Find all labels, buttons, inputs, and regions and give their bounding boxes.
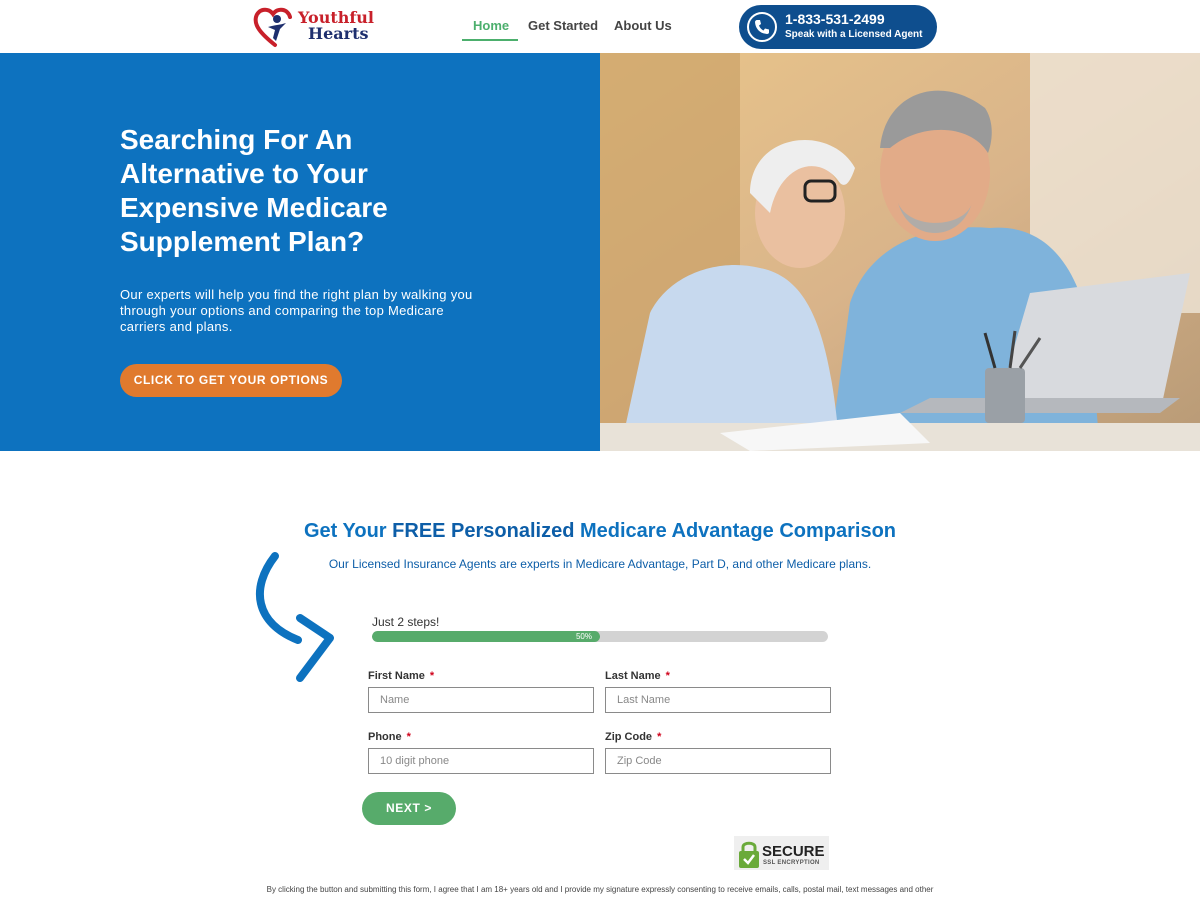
logo-line-2: Hearts <box>308 24 369 43</box>
nav-active-indicator <box>462 39 518 41</box>
progress-percent: 50% <box>575 632 592 641</box>
last-name-label-text: Last Name <box>605 670 661 682</box>
phone-subtitle: Speak with a Licensed Agent <box>785 29 923 40</box>
phone-label: Phone * <box>368 731 411 743</box>
phone-icon <box>747 12 777 42</box>
nav-home[interactable]: Home <box>473 18 509 33</box>
zip-code-input[interactable] <box>605 748 831 774</box>
curved-arrow-icon <box>255 552 334 682</box>
phone-input[interactable] <box>368 748 594 774</box>
comparison-title-bold: FREE Personalized <box>392 520 575 542</box>
heart-logo-icon <box>253 7 292 47</box>
zip-code-label-text: Zip Code <box>605 731 653 743</box>
padlock-check-icon <box>739 841 759 868</box>
ssl-secure-badge: SECURE SSL ENCRYPTION <box>734 836 829 870</box>
last-name-label: Last Name * <box>605 670 670 682</box>
call-agent-button[interactable]: 1-833-531-2499 Speak with a Licensed Age… <box>739 5 937 49</box>
required-mark: * <box>665 670 670 682</box>
hero-title: Searching For An Alternative to Your Exp… <box>120 124 388 257</box>
required-mark: * <box>429 670 435 682</box>
hero-text: Our experts will help you find the right… <box>120 287 473 334</box>
comparison-title-post: Medicare Advantage Comparison <box>580 520 897 542</box>
first-name-label: First Name * <box>368 670 434 682</box>
nav-get-started[interactable]: Get Started <box>528 18 598 33</box>
nav-about-us[interactable]: About Us <box>614 18 672 33</box>
secure-word: SECURE <box>762 843 825 860</box>
first-name-input[interactable] <box>368 687 594 713</box>
logo-text: Youthful Hearts <box>298 10 374 42</box>
get-options-button[interactable]: CLICK TO GET YOUR OPTIONS <box>120 364 342 397</box>
required-mark: * <box>406 731 411 743</box>
zip-code-label: Zip Code * <box>605 731 661 743</box>
site-header: Youthful Hearts Home Get Started About U… <box>0 0 1200 53</box>
consent-text: By clicking the button and submitting th… <box>266 885 934 894</box>
logo[interactable]: Youthful Hearts <box>252 5 374 49</box>
phone-number: 1-833-531-2499 <box>785 11 885 27</box>
comparison-subtitle: Our Licensed Insurance Agents are expert… <box>328 557 872 571</box>
progress-fill: 50% <box>372 631 600 642</box>
couple-at-laptop-photo <box>600 53 1200 451</box>
next-button[interactable]: NEXT > <box>362 792 456 825</box>
comparison-title: Get Your FREE Personalized Medicare Adva… <box>0 520 1200 543</box>
first-name-label-text: First Name <box>368 670 425 682</box>
steps-label: Just 2 steps! <box>372 615 440 629</box>
hero-panel: Searching For An Alternative to Your Exp… <box>0 53 600 451</box>
last-name-input[interactable] <box>605 687 831 713</box>
secure-subtitle: SSL ENCRYPTION <box>763 860 820 866</box>
required-mark: * <box>657 731 662 743</box>
comparison-title-pre: Get Your <box>303 520 387 542</box>
progress-bar: 50% <box>372 631 828 642</box>
phone-label-text: Phone <box>368 731 402 743</box>
